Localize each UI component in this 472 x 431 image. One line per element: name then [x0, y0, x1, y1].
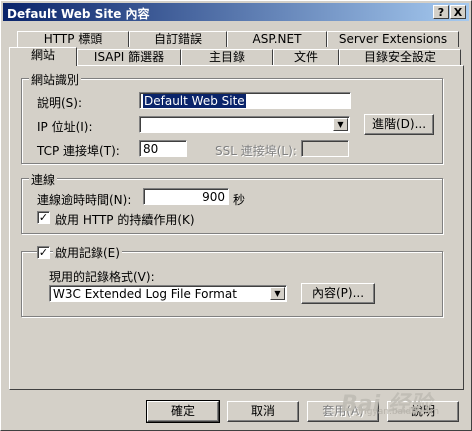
enable-logging-checkbox[interactable]: ✓: [37, 246, 50, 259]
chevron-down-icon[interactable]: ▼: [333, 118, 348, 131]
watermark-url: jingyan.baidu.com: [356, 407, 440, 417]
ok-button[interactable]: 確定: [146, 400, 220, 423]
site-identification-legend: 網站識別: [29, 71, 82, 88]
tab-directory-security[interactable]: 目錄安全設定: [339, 49, 461, 65]
connection-legend: 連線: [29, 171, 58, 188]
log-format-value: W3C Extended Log File Format: [53, 287, 237, 301]
properties-dialog: Default Web Site 內容 ? X HTTP 標頭 自訂錯誤 ASP…: [0, 0, 472, 431]
description-input[interactable]: Default Web Site: [139, 92, 351, 109]
tab-server-extensions[interactable]: Server Extensions: [327, 31, 459, 47]
timeout-unit: 秒: [233, 193, 246, 207]
description-label: 說明(S):: [37, 96, 83, 110]
tab-website[interactable]: 網站: [9, 47, 77, 66]
log-properties-button[interactable]: 內容(P)...: [301, 283, 375, 304]
ssl-port-input[interactable]: [301, 140, 349, 157]
help-title-button[interactable]: ?: [433, 5, 449, 19]
enable-logging-label: 啟用記錄(E): [53, 244, 122, 261]
keepalive-label: 啟用 HTTP 的持續作用(K): [55, 213, 195, 227]
timeout-label: 連線逾時時間(N):: [37, 193, 132, 207]
keepalive-checkbox[interactable]: ✓: [37, 211, 50, 224]
window-title: Default Web Site 內容: [7, 7, 150, 21]
tab-home-directory[interactable]: 主目錄: [181, 49, 273, 65]
tab-http-headers[interactable]: HTTP 標頭: [17, 31, 129, 47]
tab-aspnet[interactable]: ASP.NET: [227, 31, 327, 47]
ip-address-dropdown[interactable]: ▼: [139, 116, 350, 133]
cancel-button[interactable]: 取消: [227, 401, 299, 422]
tcp-port-label: TCP 連接埠(T):: [37, 144, 120, 158]
tab-documents[interactable]: 文件: [273, 49, 339, 65]
title-bar: Default Web Site 內容 ? X: [3, 3, 469, 21]
close-title-button[interactable]: X: [450, 5, 466, 19]
tab-isapi-filters[interactable]: ISAPI 篩選器: [77, 49, 181, 65]
timeout-input[interactable]: 900: [143, 188, 229, 205]
log-format-label: 現用的記錄格式(V):: [49, 270, 155, 284]
ssl-port-label: SSL 連接埠(L):: [215, 144, 297, 158]
advanced-button[interactable]: 進階(D)...: [364, 114, 434, 135]
tcp-port-input[interactable]: 80: [139, 140, 187, 157]
ip-address-label: IP 位址(I):: [37, 120, 93, 134]
chevron-down-icon[interactable]: ▼: [270, 287, 285, 300]
description-value: Default Web Site: [143, 94, 246, 108]
tab-custom-errors[interactable]: 自訂錯誤: [129, 31, 227, 47]
log-format-dropdown[interactable]: W3C Extended Log File Format ▼: [49, 285, 287, 302]
